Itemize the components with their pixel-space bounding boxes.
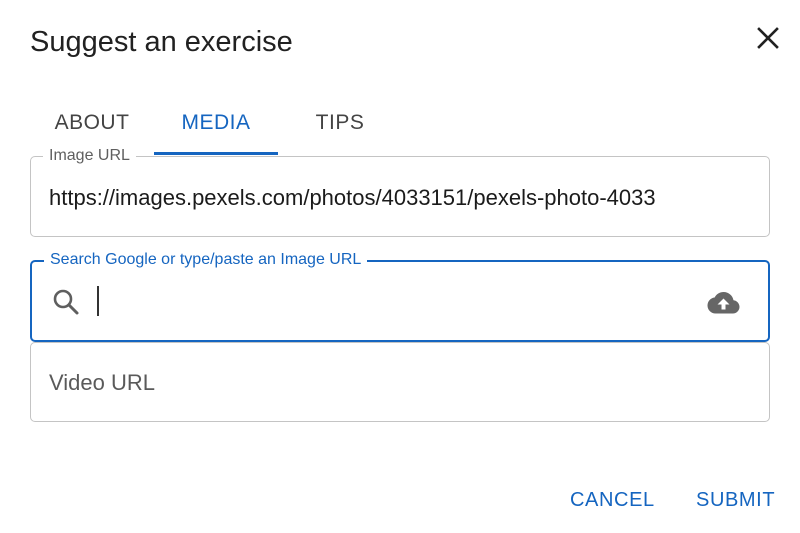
tab-media[interactable]: MEDIA (154, 100, 278, 156)
suggest-exercise-dialog: Suggest an exercise ABOUT MEDIA TIPS Ima… (0, 0, 800, 533)
submit-button[interactable]: SUBMIT (696, 484, 775, 516)
text-caret (97, 286, 99, 316)
image-search-input[interactable] (94, 282, 694, 322)
close-button[interactable] (752, 22, 784, 54)
cloud-upload-icon[interactable] (702, 282, 742, 322)
tab-tips[interactable]: TIPS (278, 100, 402, 156)
search-icon (53, 289, 79, 315)
cancel-button[interactable]: CANCEL (570, 484, 655, 516)
close-icon[interactable] (752, 22, 784, 54)
image-url-field[interactable]: Image URL https://images.pexels.com/phot… (30, 146, 770, 237)
active-tab-indicator (154, 152, 278, 155)
upload-button[interactable] (702, 282, 742, 322)
image-search-field[interactable]: Search Google or type/paste an Image URL (30, 250, 770, 342)
image-url-value[interactable]: https://images.pexels.com/photos/4033151… (49, 184, 764, 212)
video-url-placeholder[interactable]: Video URL (49, 369, 155, 397)
image-search-label: Search Google or type/paste an Image URL (44, 250, 368, 270)
video-url-field[interactable]: Video URL (30, 342, 770, 422)
dialog-actions: CANCEL SUBMIT (0, 484, 800, 518)
image-url-label: Image URL (43, 146, 136, 166)
dialog-title: Suggest an exercise (30, 26, 293, 58)
